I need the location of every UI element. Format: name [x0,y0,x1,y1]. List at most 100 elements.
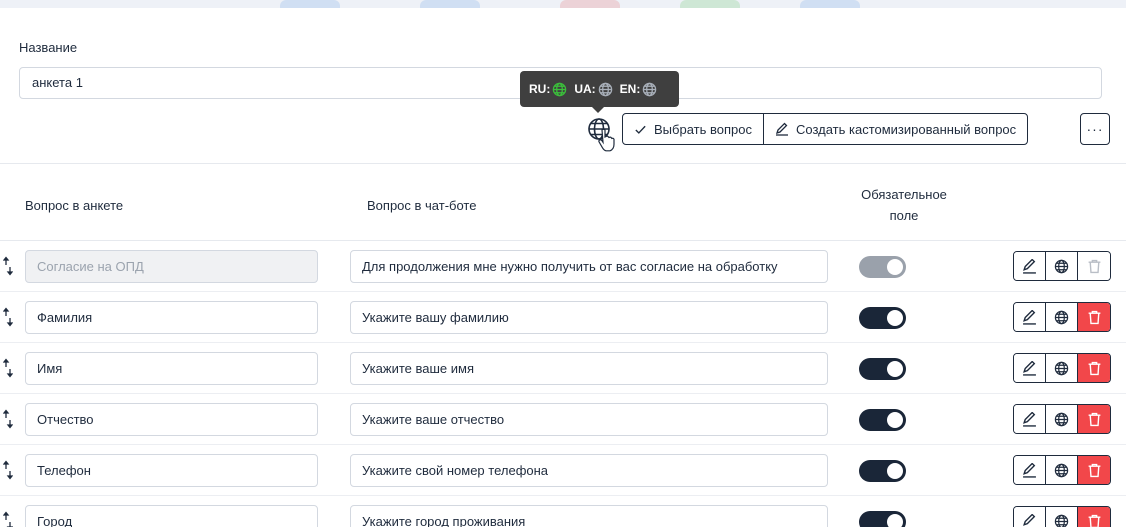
drag-handle[interactable] [2,511,14,527]
required-toggle[interactable] [859,409,906,431]
drag-handle[interactable] [2,409,14,429]
create-custom-question-button[interactable]: Создать кастомизированный вопрос [764,114,1027,144]
pencil-icon [1023,360,1036,376]
edit-button[interactable] [1014,456,1046,484]
globe-icon [643,82,657,96]
lang-ua: UA: [574,82,612,97]
language-tooltip: RU: UA: EN: [520,71,679,113]
trash-icon [1088,412,1100,426]
pencil-icon [1023,258,1036,274]
delete-button[interactable] [1078,405,1110,433]
drag-handle-icon [2,460,14,480]
drag-handle[interactable] [2,460,14,480]
trash-icon [1088,361,1100,375]
name-label: Название [19,40,78,55]
table-row: Отчество Укажите ваше отчество [0,394,1126,445]
globe-icon [1054,463,1069,477]
drag-handle[interactable] [2,256,14,276]
globe-icon [598,82,612,96]
drag-handle[interactable] [2,358,14,378]
globe-icon [1054,412,1069,426]
questions-table: Вопрос в анкете Вопрос в чат-боте Обязат… [0,163,1126,527]
question-input[interactable]: Имя [25,352,318,385]
chatbot-question-input[interactable]: Укажите ваше имя [350,352,828,385]
globe-icon [1054,310,1069,324]
table-header: Вопрос в анкете Вопрос в чат-боте Обязат… [0,163,1126,241]
translate-button[interactable] [1046,303,1078,331]
pencil-icon [1023,462,1036,478]
lang-en: EN: [620,82,658,97]
trash-icon [1088,310,1100,324]
delete-button[interactable] [1078,303,1110,331]
trash-icon [1088,259,1100,273]
chatbot-question-input[interactable]: Укажите город проживания [350,505,828,527]
row-actions [1013,251,1111,281]
globe-icon [1054,514,1069,527]
delete-button[interactable] [1078,507,1110,527]
delete-button[interactable] [1078,456,1110,484]
edit-button[interactable] [1014,354,1046,382]
drag-handle-icon [2,256,14,276]
question-input[interactable]: Фамилия [25,301,318,334]
lang-ru: RU: [529,82,567,97]
drag-handle[interactable] [2,307,14,327]
header-questionnaire: Вопрос в анкете [25,198,124,213]
drag-handle-icon [2,409,14,429]
table-row: Телефон Укажите свой номер телефона [0,445,1126,496]
pencil-icon [1023,309,1036,325]
translate-button[interactable] [1046,354,1078,382]
required-toggle[interactable] [859,358,906,380]
table-row: Имя Укажите ваше имя [0,343,1126,394]
required-toggle[interactable] [859,307,906,329]
header-chatbot: Вопрос в чат-боте [367,198,477,213]
drag-handle-icon [2,307,14,327]
row-actions [1013,353,1111,383]
table-row: Согласие на ОПД Для продолжения мне нужно… [0,241,1126,292]
table-row: Город Укажите город проживания [0,496,1126,527]
translate-button[interactable] [1046,405,1078,433]
header-required-line1: Обязательное [861,187,947,202]
select-question-button[interactable]: Выбрать вопрос [623,114,764,144]
question-input[interactable]: Отчество [25,403,318,436]
drag-handle-icon [2,511,14,527]
translate-button[interactable] [1046,456,1078,484]
lang-code: RU: [529,82,551,96]
chatbot-question-input[interactable]: Укажите вашу фамилию [350,301,828,334]
lang-code: EN: [619,82,641,96]
edit-button[interactable] [1014,303,1046,331]
table-body: Согласие на ОПД Для продолжения мне нужно… [0,241,1126,527]
edit-button[interactable] [1014,252,1046,280]
pencil-icon [1023,411,1036,427]
create-custom-question-label: Создать кастомизированный вопрос [795,121,1017,137]
more-options-button[interactable]: ··· [1080,113,1110,145]
edit-button[interactable] [1014,507,1046,527]
chatbot-question-input[interactable]: Для продолжения мне нужно получить от ва… [350,250,828,283]
row-actions [1013,455,1111,485]
chatbot-question-input[interactable]: Укажите свой номер телефона [350,454,828,487]
question-input: Согласие на ОПД [25,250,318,283]
question-input[interactable]: Город [25,505,318,527]
globe-icon [1054,361,1069,375]
lang-code: UA: [574,82,596,96]
row-actions [1013,404,1111,434]
trash-icon [1088,514,1100,527]
pencil-icon [1023,513,1036,527]
required-toggle[interactable] [859,511,906,527]
delete-button[interactable] [1078,354,1110,382]
translate-button[interactable] [1046,252,1078,280]
edit-button[interactable] [1014,405,1046,433]
question-toolbar: Выбрать вопрос Создать кастомизированный… [622,113,1029,145]
header-required: Обязательное поле [854,184,954,226]
globe-icon [553,82,567,96]
required-toggle [859,256,906,278]
required-toggle[interactable] [859,460,906,482]
pencil-icon [775,122,788,136]
header-required-line2: поле [889,208,919,223]
select-question-label: Выбрать вопрос [654,121,752,137]
chatbot-question-input[interactable]: Укажите ваше отчество [350,403,828,436]
row-actions [1013,302,1111,332]
question-input[interactable]: Телефон [25,454,318,487]
globe-icon [1054,259,1069,273]
translate-button[interactable] [1046,507,1078,527]
row-actions [1013,506,1111,527]
